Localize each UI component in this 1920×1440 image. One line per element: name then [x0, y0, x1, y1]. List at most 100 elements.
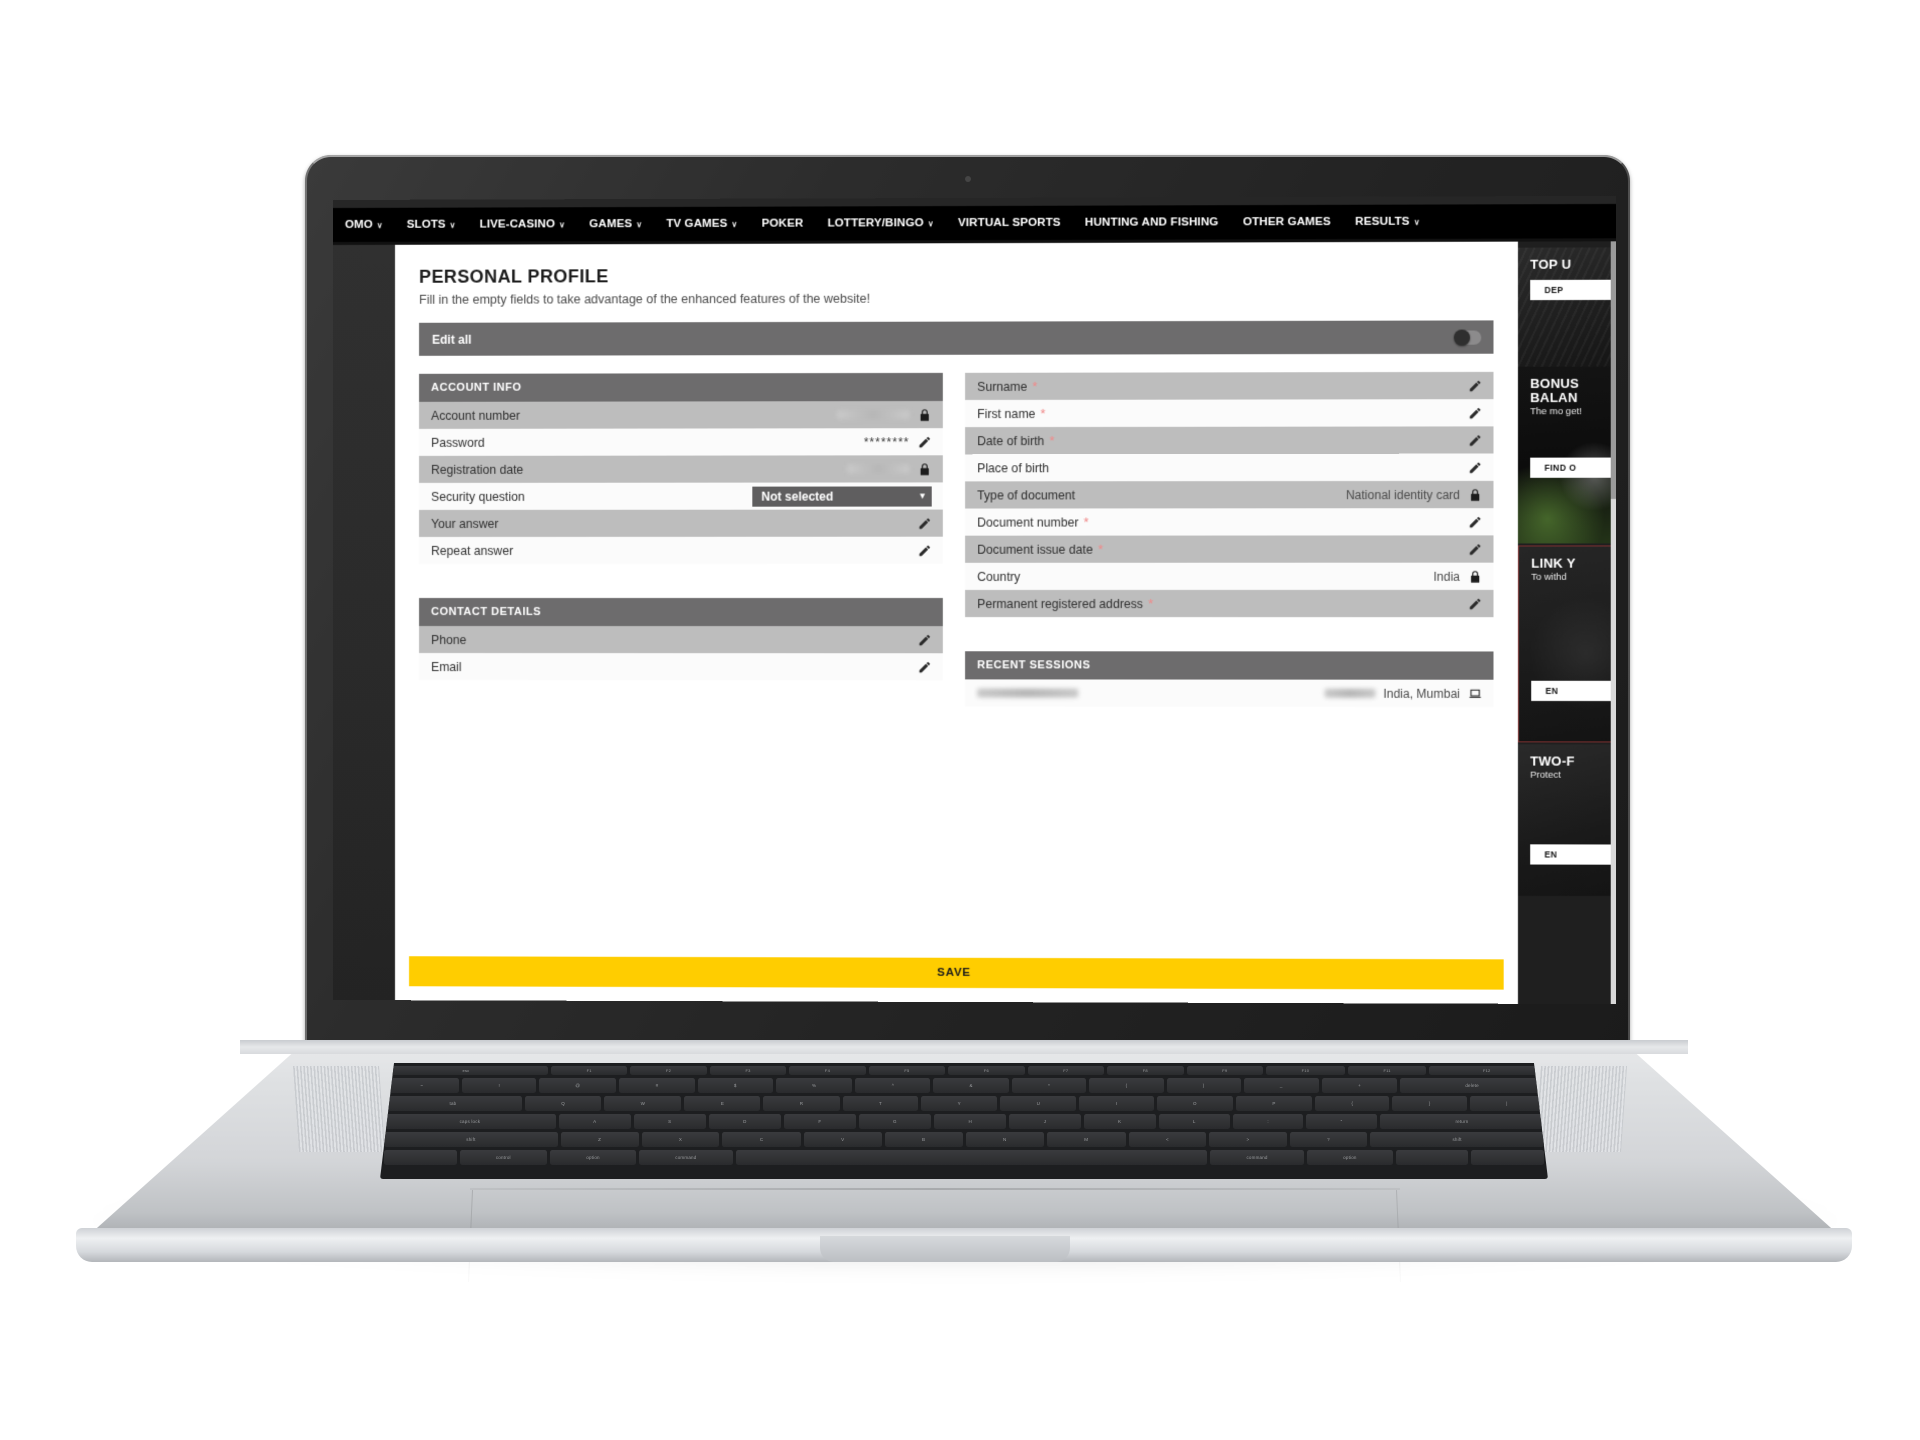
key-m[interactable]: M — [1046, 1132, 1126, 1147]
key-([interactable]: ( — [1089, 1078, 1164, 1093]
key-command[interactable]: command — [1210, 1150, 1304, 1165]
key-h[interactable]: H — [934, 1114, 1007, 1129]
key-}[interactable]: } — [1392, 1096, 1467, 1111]
pencil-icon[interactable] — [1468, 596, 1482, 610]
key-a[interactable]: A — [558, 1114, 631, 1129]
pencil-icon[interactable] — [1468, 378, 1482, 392]
key-+[interactable]: + — [1321, 1078, 1398, 1093]
key-l[interactable]: L — [1158, 1114, 1231, 1129]
key-q[interactable]: Q — [524, 1096, 602, 1111]
key-blank[interactable] — [1395, 1150, 1469, 1165]
field-row-your-answer[interactable]: Your answer — [419, 509, 943, 537]
promo-link-account[interactable]: LINK Y To withd EN — [1517, 545, 1616, 743]
key-c[interactable]: C — [722, 1132, 801, 1147]
key-shift[interactable]: shift — [384, 1132, 558, 1147]
field-row-security-question[interactable]: Security question Not selected ▾ — [419, 482, 943, 510]
pencil-icon[interactable] — [918, 633, 932, 647]
promo-two-factor[interactable]: TWO-F Protect EN — [1517, 744, 1616, 897]
field-row-phone[interactable]: Phone — [419, 626, 943, 654]
key-x[interactable]: X — [641, 1132, 720, 1147]
key-d[interactable]: D — [708, 1114, 781, 1129]
nav-item-tv-games[interactable]: TV GAMES ∨ — [654, 218, 749, 230]
key-"[interactable]: " — [1306, 1114, 1377, 1129]
key-z[interactable]: Z — [560, 1132, 639, 1147]
nav-item-results[interactable]: RESULTS ∨ — [1343, 216, 1432, 228]
key-u[interactable]: U — [1000, 1096, 1077, 1111]
field-row-country[interactable]: Country India — [965, 562, 1494, 590]
pencil-icon[interactable] — [1468, 460, 1482, 474]
page-scrollbar-thumb[interactable] — [1610, 241, 1616, 499]
key-b[interactable]: B — [884, 1132, 963, 1147]
pencil-icon[interactable] — [1468, 515, 1482, 529]
key-*[interactable]: * — [1011, 1078, 1087, 1093]
promo-deposit-button[interactable]: DEP — [1530, 279, 1616, 300]
key-f9[interactable]: F9 — [1186, 1066, 1263, 1075]
key-~[interactable]: ~ — [383, 1078, 460, 1093]
nav-item-promo[interactable]: OMO ∨ — [333, 219, 395, 231]
key-option[interactable]: option — [1306, 1150, 1393, 1165]
keyboard[interactable]: esc F1 F2 F3 F4 F5 F6 F7 F8 F9 F10 F11 F12 ~! @ # $% ^ & *… — [380, 1063, 1548, 1179]
promo-bonus-balance[interactable]: BONUS BALAN The mo get! FIND O — [1517, 366, 1616, 544]
key-f6[interactable]: F6 — [948, 1066, 1025, 1075]
key-f[interactable]: F — [783, 1114, 856, 1129]
nav-item-virtual-sports[interactable]: VIRTUAL SPORTS — [946, 217, 1073, 229]
pencil-icon[interactable] — [1468, 433, 1482, 447]
key-f7[interactable]: F7 — [1027, 1066, 1105, 1075]
promo-find-out-button[interactable]: FIND O — [1530, 457, 1616, 479]
key-<[interactable]: < — [1128, 1132, 1207, 1147]
key-i[interactable]: I — [1079, 1096, 1154, 1111]
key-return[interactable]: return — [1379, 1114, 1545, 1129]
key-o[interactable]: O — [1156, 1096, 1234, 1111]
promo-enable-button[interactable]: EN — [1530, 844, 1616, 865]
nav-item-poker[interactable]: POKER — [750, 218, 816, 230]
key-f4[interactable]: F4 — [789, 1066, 866, 1075]
key-t[interactable]: T — [842, 1096, 919, 1111]
key-tab[interactable]: tab — [384, 1096, 522, 1111]
promo-top-up[interactable]: TOP U DEP — [1517, 247, 1616, 367]
pencil-icon[interactable] — [1468, 542, 1482, 556]
key-caps-lock[interactable]: caps lock — [383, 1114, 556, 1129]
pencil-icon[interactable] — [918, 516, 932, 530]
key-f8[interactable]: F8 — [1107, 1066, 1184, 1075]
field-row-place-of-birth[interactable]: Place of birth — [965, 453, 1494, 482]
key-r[interactable]: R — [763, 1096, 840, 1111]
field-row-registration-date[interactable]: Registration date — [419, 455, 943, 483]
key-j[interactable]: J — [1009, 1114, 1081, 1129]
key-@[interactable]: @ — [539, 1078, 617, 1093]
pencil-icon[interactable] — [1468, 406, 1482, 420]
key-|[interactable]: | — [1469, 1096, 1544, 1111]
key-$[interactable]: $ — [697, 1078, 773, 1093]
key-esc[interactable]: esc — [384, 1066, 548, 1075]
field-row-first-name[interactable]: First name * — [965, 399, 1494, 428]
field-row-type-of-document[interactable]: Type of document National identity card — [965, 480, 1494, 509]
key-s[interactable]: S — [633, 1114, 706, 1129]
key-command[interactable]: command — [639, 1150, 733, 1165]
nav-item-lottery-bingo[interactable]: LOTTERY/BINGO ∨ — [815, 217, 946, 229]
key-k[interactable]: K — [1083, 1114, 1156, 1129]
field-row-email[interactable]: Email — [419, 653, 943, 681]
key-:[interactable]: : — [1233, 1114, 1304, 1129]
key-shift[interactable]: shift — [1370, 1132, 1544, 1147]
edit-all-bar[interactable]: Edit all — [419, 320, 1494, 356]
key-![interactable]: ! — [462, 1078, 537, 1093]
key-y[interactable]: Y — [921, 1096, 998, 1111]
key-option[interactable]: option — [550, 1150, 636, 1165]
nav-item-other-games[interactable]: OTHER GAMES — [1231, 216, 1343, 228]
key-e[interactable]: E — [684, 1096, 761, 1111]
main-navigation[interactable]: OMO ∨ SLOTS ∨ LIVE-CASINO ∨ GAMES ∨ TV G… — [333, 203, 1616, 242]
page-scrollbar-track[interactable] — [1610, 241, 1616, 1005]
nav-item-games[interactable]: GAMES ∨ — [577, 218, 654, 230]
key-g[interactable]: G — [858, 1114, 932, 1129]
key-f5[interactable]: F5 — [868, 1066, 946, 1075]
key-)[interactable]: ) — [1166, 1078, 1241, 1093]
key-w[interactable]: W — [604, 1096, 682, 1111]
field-row-password[interactable]: Password ******** — [419, 428, 943, 456]
field-row-date-of-birth[interactable]: Date of birth * — [965, 426, 1494, 455]
key-f12[interactable]: F12 — [1429, 1066, 1544, 1075]
key->[interactable]: > — [1209, 1132, 1287, 1147]
field-row-account-number[interactable]: Account number — [419, 401, 943, 429]
key-#[interactable]: # — [619, 1078, 695, 1093]
key-f10[interactable]: F10 — [1265, 1066, 1345, 1075]
security-question-select[interactable]: Not selected ▾ — [752, 485, 932, 507]
key-?[interactable]: ? — [1289, 1132, 1368, 1147]
